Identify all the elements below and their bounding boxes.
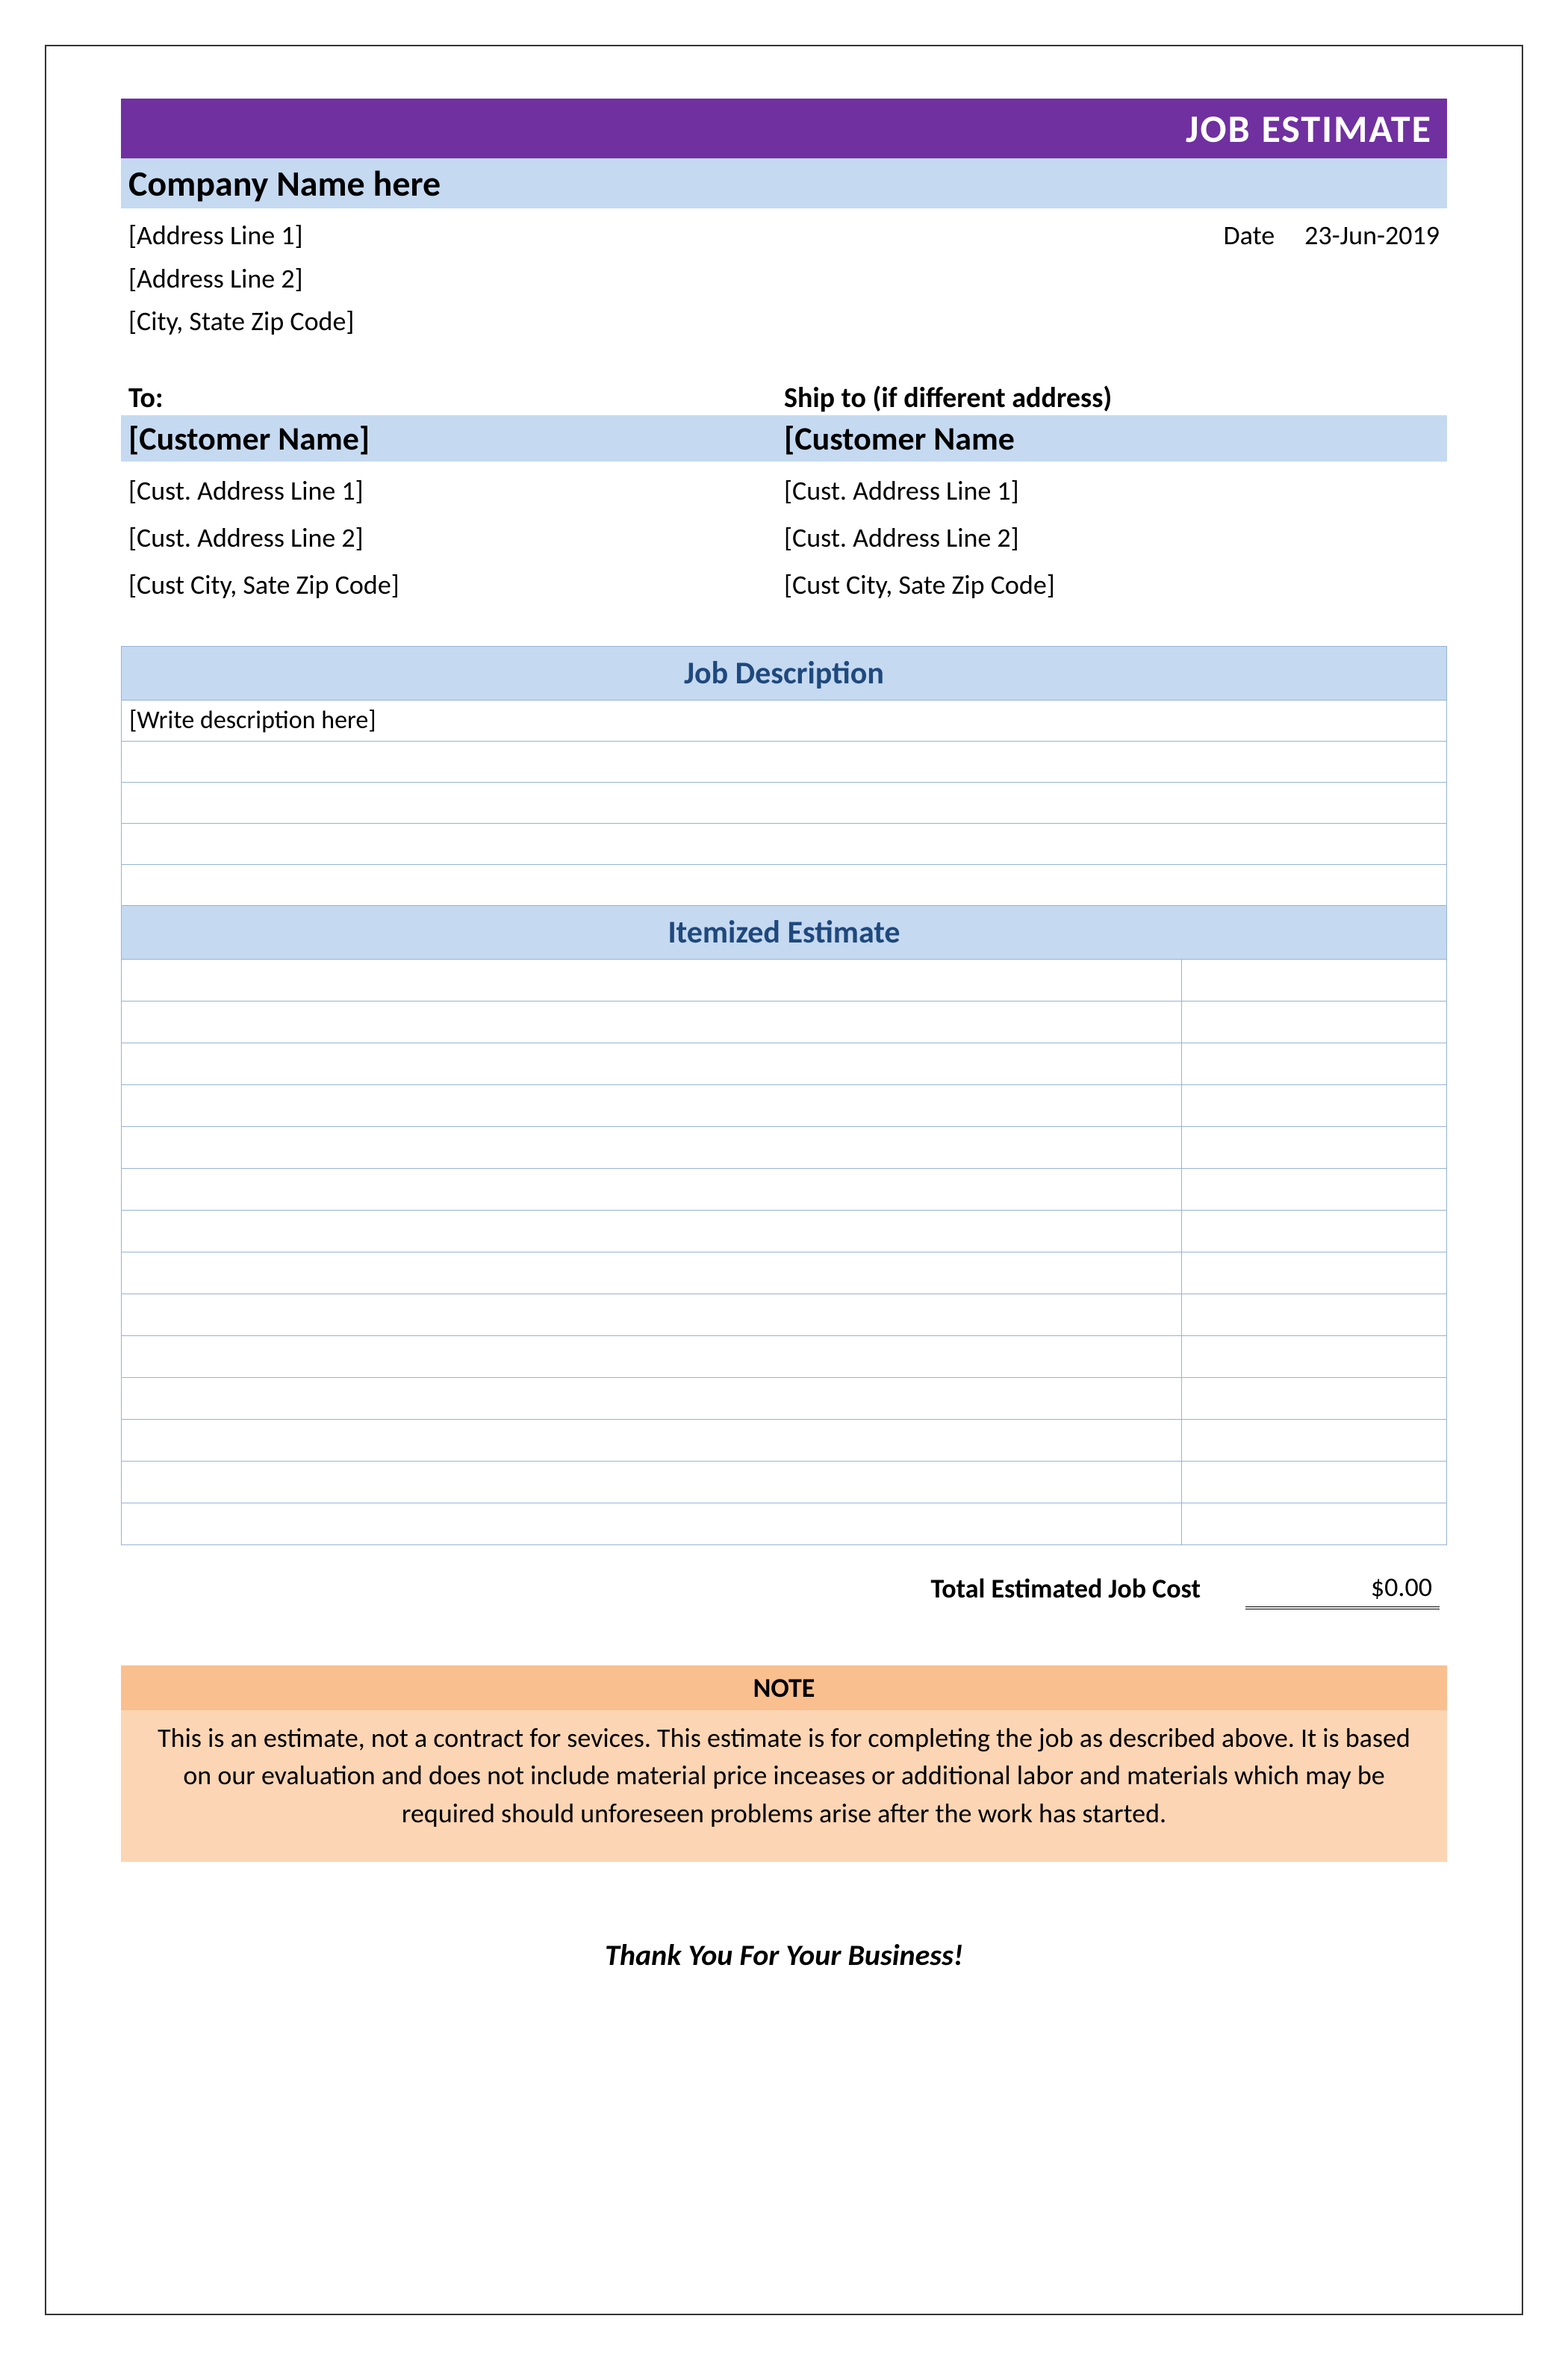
cust-addr-2: [Cust. Address Line 2] <box>128 515 784 562</box>
item-desc[interactable] <box>122 1419 1182 1461</box>
date-value: 23-Jun-2019 <box>1304 214 1440 258</box>
item-amount[interactable] <box>1182 1503 1447 1544</box>
address-line-1: [Address Line 1] <box>128 214 303 258</box>
customer-name-bar: [Customer Name] [Customer Name <box>121 415 1447 462</box>
item-amount[interactable] <box>1182 1001 1447 1043</box>
company-name: Company Name here <box>121 158 1447 208</box>
item-desc[interactable] <box>122 1001 1182 1043</box>
item-desc[interactable] <box>122 1126 1182 1168</box>
total-row: Total Estimated Job Cost $0.00 <box>121 1568 1447 1609</box>
item-desc[interactable] <box>122 1252 1182 1294</box>
ship-addr-2: [Cust. Address Line 2] <box>784 515 1440 562</box>
item-amount[interactable] <box>1182 1252 1447 1294</box>
item-amount[interactable] <box>1182 1294 1447 1335</box>
job-description-table: [Write description here] <box>121 700 1447 906</box>
cust-city: [Cust City, Sate Zip Code] <box>128 562 784 609</box>
address-line-2: [Address Line 2] <box>128 258 1440 301</box>
item-amount[interactable] <box>1182 1377 1447 1419</box>
customer-address: [Cust. Address Line 1] [Cust. Address Li… <box>128 468 784 609</box>
date-label: Date <box>1224 214 1275 258</box>
total-label: Total Estimated Job Cost <box>931 1572 1201 1605</box>
item-desc[interactable] <box>122 1377 1182 1419</box>
estimate-page: JOB ESTIMATE Company Name here [Address … <box>45 45 1523 2315</box>
item-amount[interactable] <box>1182 1419 1447 1461</box>
ship-to-name: [Customer Name <box>784 418 1440 459</box>
desc-row[interactable] <box>122 823 1447 864</box>
item-amount[interactable] <box>1182 1210 1447 1252</box>
item-amount[interactable] <box>1182 1084 1447 1126</box>
desc-row[interactable] <box>122 741 1447 782</box>
recipient-labels: To: Ship to (if different address) <box>121 381 1447 415</box>
item-desc[interactable] <box>122 1461 1182 1503</box>
total-value: $0.00 <box>1245 1568 1440 1609</box>
desc-row[interactable] <box>122 782 1447 823</box>
itemized-estimate-header: Itemized Estimate <box>121 906 1447 959</box>
item-desc[interactable] <box>122 1084 1182 1126</box>
company-info-block: [Address Line 1] Date 23-Jun-2019 [Addre… <box>121 208 1447 344</box>
itemized-table <box>121 959 1447 1545</box>
thank-you: Thank You For Your Business! <box>121 1937 1447 1973</box>
ship-to-label: Ship to (if different address) <box>784 381 1440 415</box>
item-desc[interactable] <box>122 1168 1182 1210</box>
city-state-zip: [City, State Zip Code] <box>128 300 1440 344</box>
item-amount[interactable] <box>1182 1126 1447 1168</box>
cust-addr-1: [Cust. Address Line 1] <box>128 468 784 515</box>
title-bar: JOB ESTIMATE <box>121 99 1447 158</box>
item-amount[interactable] <box>1182 1043 1447 1084</box>
item-desc[interactable] <box>122 959 1182 1001</box>
to-label: To: <box>128 381 784 415</box>
item-desc[interactable] <box>122 1043 1182 1084</box>
item-amount[interactable] <box>1182 959 1447 1001</box>
ship-to-address: [Cust. Address Line 1] [Cust. Address Li… <box>784 468 1440 609</box>
desc-row[interactable]: [Write description here] <box>122 700 1447 741</box>
customer-name: [Customer Name] <box>128 418 784 459</box>
item-desc[interactable] <box>122 1294 1182 1335</box>
ship-addr-1: [Cust. Address Line 1] <box>784 468 1440 515</box>
item-desc[interactable] <box>122 1503 1182 1544</box>
note-header: NOTE <box>121 1665 1447 1710</box>
item-desc[interactable] <box>122 1335 1182 1377</box>
item-amount[interactable] <box>1182 1461 1447 1503</box>
item-amount[interactable] <box>1182 1168 1447 1210</box>
address-columns: [Cust. Address Line 1] [Cust. Address Li… <box>121 462 1447 609</box>
ship-city: [Cust City, Sate Zip Code] <box>784 562 1440 609</box>
job-description-header: Job Description <box>121 646 1447 700</box>
item-amount[interactable] <box>1182 1335 1447 1377</box>
item-desc[interactable] <box>122 1210 1182 1252</box>
note-body: This is an estimate, not a contract for … <box>121 1710 1447 1862</box>
desc-row[interactable] <box>122 864 1447 905</box>
